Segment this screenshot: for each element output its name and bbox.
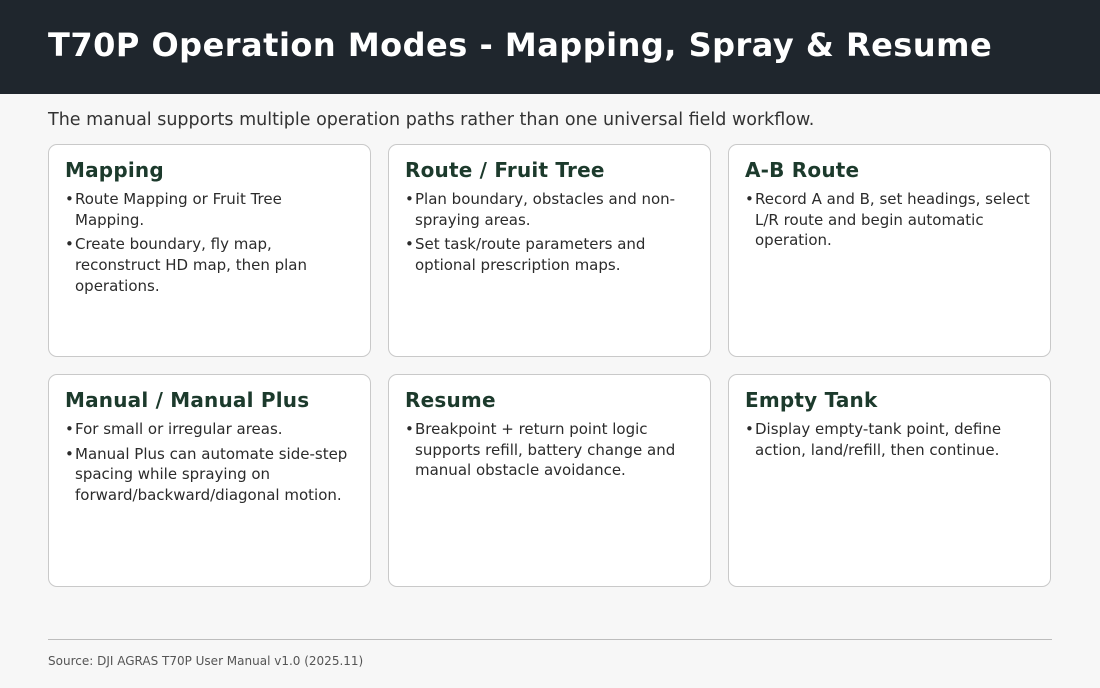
bullet-text: Display empty-tank point, define action,… xyxy=(755,420,1002,459)
bullet-text: Create boundary, fly map, reconstruct HD… xyxy=(75,235,308,295)
bullet-item: • Set task/route parameters and optional… xyxy=(405,234,695,275)
bullet-item: • For small or irregular areas. xyxy=(65,419,355,440)
bullet-text: Route Mapping or Fruit Tree Mapping. xyxy=(75,190,282,229)
bullet-text: Plan boundary, obstacles and non-sprayin… xyxy=(415,190,676,229)
bullet-icon: • xyxy=(745,190,754,208)
bullet-item: • Display empty-tank point, define actio… xyxy=(745,419,1035,460)
bullet-text: Record A and B, set headings, select L/R… xyxy=(755,190,1030,250)
page-title: T70P Operation Modes - Mapping, Spray & … xyxy=(48,26,993,64)
mode-card-mapping: Mapping • Route Mapping or Fruit Tree Ma… xyxy=(48,144,371,357)
card-title: Resume xyxy=(405,388,496,412)
source-citation: Source: DJI AGRAS T70P User Manual v1.0 … xyxy=(48,654,364,668)
footer-divider xyxy=(48,639,1052,640)
card-title: Empty Tank xyxy=(745,388,878,412)
bullet-list: • Plan boundary, obstacles and non-spray… xyxy=(405,189,695,276)
header-bar: T70P Operation Modes - Mapping, Spray & … xyxy=(0,0,1100,94)
bullet-list: • Route Mapping or Fruit Tree Mapping. •… xyxy=(65,189,355,297)
bullet-icon: • xyxy=(405,190,414,208)
bullet-list: • For small or irregular areas. • Manual… xyxy=(65,419,355,506)
modes-grid: Mapping • Route Mapping or Fruit Tree Ma… xyxy=(48,144,1051,587)
mode-card-empty-tank: Empty Tank • Display empty-tank point, d… xyxy=(728,374,1051,587)
card-title: Route / Fruit Tree xyxy=(405,158,605,182)
bullet-text: Manual Plus can automate side-step spaci… xyxy=(75,444,348,505)
bullet-item: • Route Mapping or Fruit Tree Mapping. xyxy=(65,189,355,230)
bullet-text: For small or irregular areas. xyxy=(75,420,283,438)
bullet-text: Breakpoint + return point logic supports… xyxy=(415,420,676,480)
bullet-item: • Manual Plus can automate side-step spa… xyxy=(65,444,355,506)
bullet-item: • Record A and B, set headings, select L… xyxy=(745,189,1035,251)
mode-card-manual-plus: Manual / Manual Plus • For small or irre… xyxy=(48,374,371,587)
bullet-icon: • xyxy=(65,190,74,208)
card-title: A-B Route xyxy=(745,158,860,182)
bullet-icon: • xyxy=(405,235,414,254)
mode-card-resume: Resume • Breakpoint + return point logic… xyxy=(388,374,711,587)
intro-text: The manual supports multiple operation p… xyxy=(48,110,815,130)
bullet-icon: • xyxy=(65,444,74,463)
bullet-item: • Breakpoint + return point logic suppor… xyxy=(405,419,695,481)
bullet-icon: • xyxy=(65,420,74,438)
mode-card-route-fruit-tree: Route / Fruit Tree • Plan boundary, obst… xyxy=(388,144,711,357)
card-title: Manual / Manual Plus xyxy=(65,388,310,412)
bullet-list: • Breakpoint + return point logic suppor… xyxy=(405,419,695,481)
card-title: Mapping xyxy=(65,158,164,182)
bullet-text: Set task/route parameters and optional p… xyxy=(415,235,646,275)
bullet-item: • Create boundary, fly map, reconstruct … xyxy=(65,234,355,296)
bullet-list: • Display empty-tank point, define actio… xyxy=(745,419,1035,460)
bullet-item: • Plan boundary, obstacles and non-spray… xyxy=(405,189,695,230)
bullet-icon: • xyxy=(65,235,74,254)
bullet-icon: • xyxy=(745,420,754,438)
mode-card-ab-route: A-B Route • Record A and B, set headings… xyxy=(728,144,1051,357)
bullet-icon: • xyxy=(405,420,414,438)
bullet-list: • Record A and B, set headings, select L… xyxy=(745,189,1035,251)
